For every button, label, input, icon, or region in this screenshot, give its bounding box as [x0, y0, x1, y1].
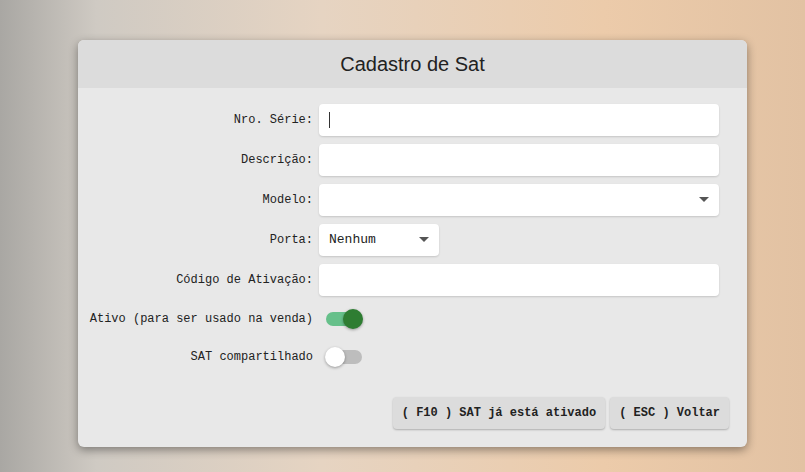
form-row: Nro. Série: [78, 104, 747, 136]
toggle-row: SAT compartilhado [78, 342, 747, 372]
toggle-thumb [325, 347, 345, 367]
text-caret [329, 112, 330, 128]
action-button[interactable]: ( ESC ) Voltar [610, 397, 729, 429]
select-field[interactable]: Nenhum [319, 224, 439, 256]
toggle-label: Ativo (para ser usado na venda) [78, 310, 313, 328]
text-field[interactable] [319, 144, 719, 176]
select-value: Nenhum [329, 230, 376, 250]
dropdown-arrow-icon [699, 197, 709, 203]
form-row: Código de Ativação: [78, 264, 747, 296]
select-field[interactable] [319, 184, 719, 216]
dialog-body: Nro. Série: Descrição: Modelo: Porta: Nenhum… [78, 88, 747, 429]
action-button[interactable]: ( F10 ) SAT já está ativado [393, 397, 605, 429]
form-row: Porta: Nenhum [78, 224, 747, 256]
toggle-switch[interactable] [326, 312, 362, 326]
toggle-switch[interactable] [326, 350, 362, 364]
screen: Cadastro de Sat Nro. Série: Descrição: Mode… [0, 0, 805, 472]
dropdown-arrow-icon [419, 237, 429, 243]
form-row: Descrição: [78, 144, 747, 176]
dialog-title: Cadastro de Sat [340, 49, 485, 79]
form-row: Modelo: [78, 184, 747, 216]
text-field[interactable] [319, 264, 719, 296]
toggle-label: SAT compartilhado [78, 348, 313, 366]
field-label: Modelo: [78, 191, 313, 209]
field-label: Porta: [78, 231, 313, 249]
toggle-row: Ativo (para ser usado na venda) [78, 304, 747, 334]
toggle-thumb [343, 309, 363, 329]
field-label: Descrição: [78, 151, 313, 169]
text-field[interactable] [319, 104, 719, 136]
dialog: Cadastro de Sat Nro. Série: Descrição: Mode… [78, 40, 747, 447]
field-label: Nro. Série: [78, 111, 313, 129]
dialog-title-bar: Cadastro de Sat [78, 40, 747, 88]
field-label: Código de Ativação: [78, 271, 313, 289]
button-row: ( F10 ) SAT já está ativado( ESC ) Volta… [78, 397, 747, 429]
